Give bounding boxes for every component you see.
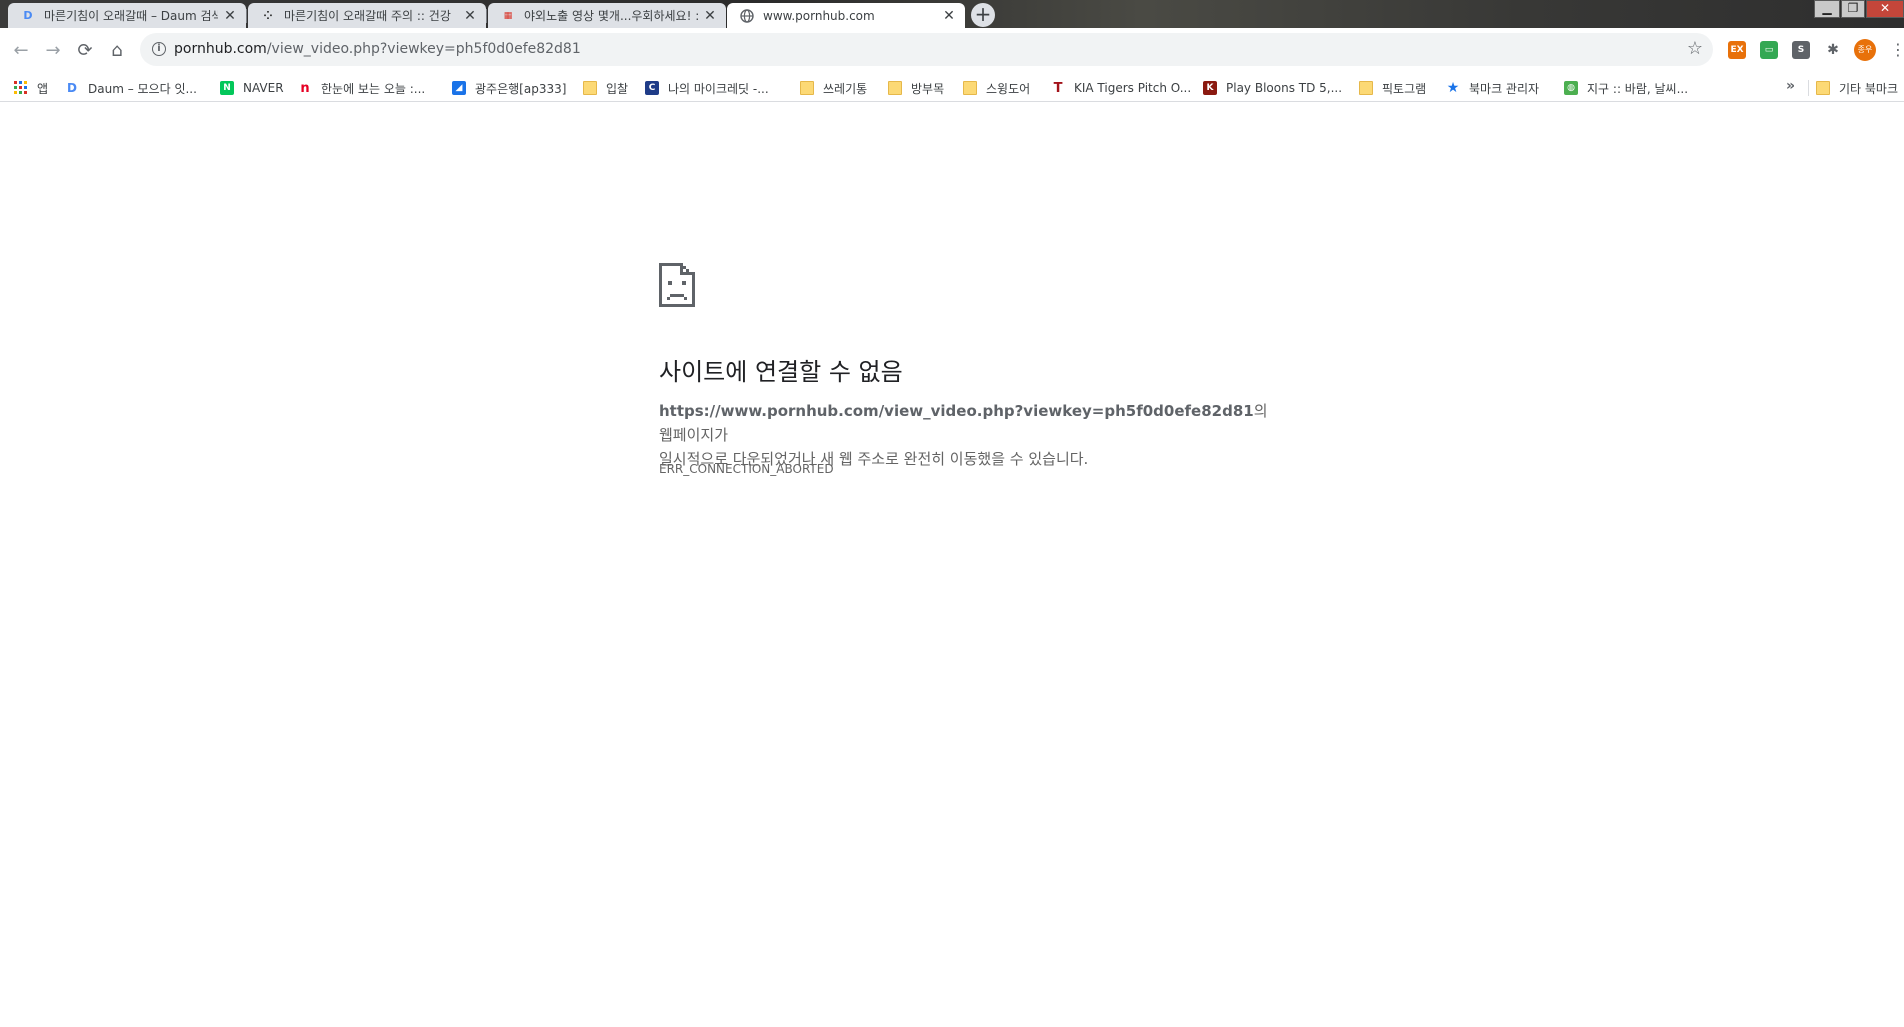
s-extension-icon[interactable]: S xyxy=(1792,41,1810,59)
bookmark-bank[interactable]: ◢ 광주은행[ap333] xyxy=(452,79,566,97)
bookmark-label: 한눈에 보는 오늘 :... xyxy=(321,81,426,96)
bookmarks-more-button[interactable]: » xyxy=(1786,78,1795,94)
close-icon[interactable]: ✕ xyxy=(462,8,478,24)
tab-pornhub-active[interactable]: www.pornhub.com ✕ xyxy=(727,3,965,28)
menu-icon[interactable]: ⋮ xyxy=(1890,40,1904,60)
bookmark-kia[interactable]: T KIA Tigers Pitch O... xyxy=(1051,79,1192,97)
url-text[interactable]: pornhub.com/view_video.php?viewkey=ph5f0… xyxy=(174,41,581,57)
daum-icon: D xyxy=(67,81,77,95)
minimize-button[interactable]: ▁ xyxy=(1814,0,1840,18)
kia-icon: T xyxy=(1053,80,1063,96)
address-bar[interactable]: i pornhub.com/view_video.php?viewkey=ph5… xyxy=(140,33,1713,66)
close-icon[interactable]: ✕ xyxy=(222,8,238,24)
puzzle-extension-icon[interactable]: ✱ xyxy=(1824,41,1842,59)
tistory-icon: ⁘ xyxy=(263,9,273,22)
daum-icon: D xyxy=(23,9,33,22)
back-button[interactable]: ← xyxy=(9,39,33,63)
bookmark-folder-pictogram[interactable]: 픽토그램 xyxy=(1359,79,1426,97)
bookmark-label: 쓰레기통 xyxy=(823,81,868,96)
bookmark-label: 방부목 xyxy=(911,81,945,96)
bookmark-folder-door[interactable]: 스윙도어 xyxy=(963,79,1030,97)
bookmark-daum[interactable]: D Daum – 모으다 잇... xyxy=(65,79,197,97)
bookmark-label: Play Bloons TD 5,... xyxy=(1226,81,1343,95)
bookmark-star-icon[interactable]: ☆ xyxy=(1687,38,1703,59)
bookmark-mycredit[interactable]: C 나의 마이크레딧 -... xyxy=(645,79,769,97)
folder-icon xyxy=(1816,81,1830,95)
error-title: 사이트에 연결할 수 없음 xyxy=(659,358,903,386)
error-host: https://www.pornhub.com/view_video.php?v… xyxy=(659,402,1254,420)
bookmark-label: KIA Tigers Pitch O... xyxy=(1074,81,1192,95)
tab-separator xyxy=(246,9,247,23)
sad-page-icon xyxy=(659,263,695,307)
tab-title: 야외노출 영상 몇개...우회하세요! : xyxy=(524,9,698,23)
folder-icon xyxy=(888,81,902,95)
bookmark-label: 북마크 관리자 xyxy=(1469,81,1540,96)
tab-daum-search[interactable]: D 마른기침이 오래갈때 – Daum 검색 ✕ xyxy=(8,3,247,28)
star-icon: ★ xyxy=(1446,80,1460,96)
profile-avatar[interactable]: 종우 xyxy=(1854,39,1876,61)
naver-icon: N xyxy=(220,81,234,95)
close-icon[interactable]: ✕ xyxy=(941,8,957,24)
tab-outdoor[interactable]: ▦ 야외노출 영상 몇개...우회하세요! : ✕ xyxy=(488,3,726,28)
bookmark-other[interactable]: 기타 북마크 xyxy=(1816,79,1898,97)
nate-icon: n xyxy=(300,80,310,96)
bookmark-folder-bid[interactable]: 입찰 xyxy=(583,79,628,97)
bookmark-label: 광주은행[ap333] xyxy=(475,81,567,96)
bookmarks-bar: 앱 D Daum – 모으다 잇... N NAVER n 한눈에 보는 오늘 … xyxy=(0,74,1904,102)
bookmark-label: Daum – 모으다 잇... xyxy=(88,81,197,96)
home-button[interactable]: ⌂ xyxy=(105,39,129,63)
bookmark-folder-wood[interactable]: 방부목 xyxy=(888,79,944,97)
folder-icon xyxy=(963,81,977,95)
bookmark-label: NAVER xyxy=(243,81,284,95)
ex-extension-icon[interactable]: EX xyxy=(1728,41,1746,59)
globe-icon xyxy=(739,8,755,24)
error-message: https://www.pornhub.com/view_video.php?v… xyxy=(659,399,1279,471)
bookmark-apps[interactable]: 앱 xyxy=(14,79,48,97)
bookmark-label: 앱 xyxy=(37,81,49,96)
new-tab-button[interactable]: + xyxy=(971,3,995,27)
url-path: /view_video.php?viewkey=ph5f0d0efe82d81 xyxy=(266,41,581,57)
tab-title: 마른기침이 오래갈때 주의 :: 건강 xyxy=(284,9,451,23)
bookmark-label: 스윙도어 xyxy=(986,81,1031,96)
forward-button[interactable]: → xyxy=(41,39,65,63)
bank-icon: ◢ xyxy=(452,81,466,95)
bookmark-label: 나의 마이크레딧 -... xyxy=(668,81,769,96)
bookmark-label: 지구 :: 바람, 날씨... xyxy=(1587,81,1689,96)
error-code: ERR_CONNECTION_ABORTED xyxy=(659,462,834,476)
bookmark-nate[interactable]: n 한눈에 보는 오늘 :... xyxy=(298,79,425,97)
kongregate-icon: K xyxy=(1203,81,1217,95)
toolbar: ← → ⟳ ⌂ i pornhub.com/view_video.php?vie… xyxy=(0,28,1904,74)
tab-strip: D 마른기침이 오래갈때 – Daum 검색 ✕ ⁘ 마른기침이 오래갈때 주의… xyxy=(0,0,1904,28)
window-close-button[interactable]: ✕ xyxy=(1866,0,1904,18)
close-icon[interactable]: ✕ xyxy=(702,8,718,24)
bookmark-label: 기타 북마크 xyxy=(1839,81,1899,96)
bookmark-earth[interactable]: ◍ 지구 :: 바람, 날씨... xyxy=(1564,79,1688,97)
apps-icon xyxy=(14,81,28,95)
tab-separator xyxy=(486,9,487,23)
reload-button[interactable]: ⟳ xyxy=(73,39,97,63)
bookmark-label: 픽토그램 xyxy=(1382,81,1427,96)
bookmark-folder-trash[interactable]: 쓰레기통 xyxy=(800,79,867,97)
maximize-button[interactable]: ❐ xyxy=(1841,0,1865,18)
earth-icon: ◍ xyxy=(1564,81,1578,95)
green-extension-icon[interactable]: ▭ xyxy=(1760,41,1778,59)
tab-title: www.pornhub.com xyxy=(763,8,875,23)
bookmark-naver[interactable]: N NAVER xyxy=(220,79,284,97)
tab-title: 마른기침이 오래갈때 – Daum 검색 xyxy=(44,9,218,23)
folder-icon xyxy=(800,81,814,95)
tab-tistory[interactable]: ⁘ 마른기침이 오래갈때 주의 :: 건강 ✕ xyxy=(248,3,487,28)
site-icon: ▦ xyxy=(503,10,513,21)
credit-icon: C xyxy=(645,81,659,95)
bookmark-manager[interactable]: ★ 북마크 관리자 xyxy=(1446,79,1539,97)
info-icon[interactable]: i xyxy=(152,42,166,56)
folder-icon xyxy=(583,81,597,95)
url-host: pornhub.com xyxy=(174,41,267,57)
bookmark-bloons[interactable]: K Play Bloons TD 5,... xyxy=(1203,79,1342,97)
bookmark-label: 입찰 xyxy=(606,81,629,96)
folder-icon xyxy=(1359,81,1373,95)
bookmarks-separator xyxy=(1808,80,1809,96)
